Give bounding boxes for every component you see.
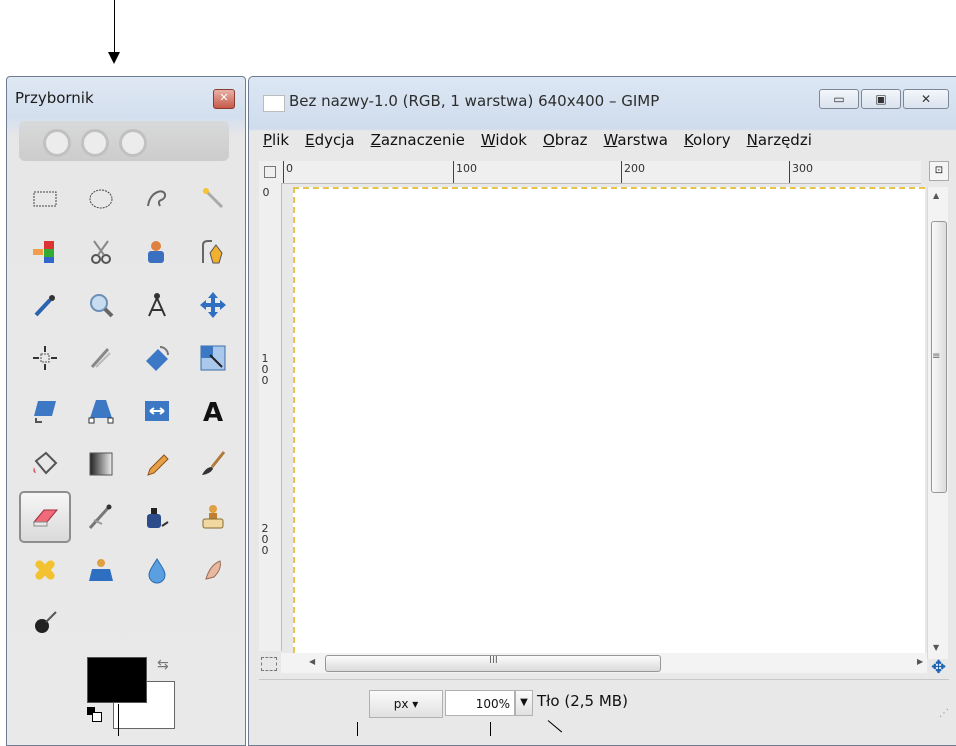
menu-widok[interactable]: Widok — [481, 131, 527, 155]
menu-kolory[interactable]: Kolory — [684, 131, 731, 155]
color-select-icon[interactable] — [19, 226, 71, 278]
menubar: Plik Edycja Zaznaczenie Widok Obraz Wars… — [263, 131, 828, 155]
image-window: Bez nazwy-1.0 (RGB, 1 warstwa) 640x400 –… — [248, 76, 956, 746]
menu-edycja[interactable]: Edycja — [305, 131, 355, 155]
horizontal-scrollbar[interactable]: ◀ III ▶ — [281, 653, 927, 673]
smudge-icon[interactable] — [187, 544, 239, 596]
ruler-top-label: 0 — [286, 162, 293, 175]
zoom-dropdown-icon[interactable]: ▼ — [515, 690, 533, 716]
shear-icon[interactable] — [19, 385, 71, 437]
ruler-left-label: 0 — [262, 186, 270, 199]
navigate-icon[interactable]: ✥ — [931, 657, 946, 678]
zoom-to-fit-icon[interactable]: ⊡ — [929, 161, 949, 181]
ellipse-select-icon[interactable] — [75, 173, 127, 225]
fuzzy-select-icon[interactable] — [187, 173, 239, 225]
toolbox-close-button[interactable]: ✕ — [213, 89, 235, 109]
perspective-icon[interactable] — [75, 385, 127, 437]
callout-line-bottom-2 — [357, 722, 358, 736]
callout-line-bottom-1 — [118, 704, 119, 736]
menu-zaznaczenie[interactable]: Zaznaczenie — [371, 131, 465, 155]
move-icon[interactable] — [187, 279, 239, 331]
color-picker-icon[interactable] — [19, 279, 71, 331]
resize-grip-icon[interactable]: ⋰ — [939, 708, 949, 719]
toolbox-title: Przybornik — [15, 89, 94, 107]
text-icon[interactable]: A — [187, 385, 239, 437]
heal-icon[interactable] — [19, 544, 71, 596]
toolbox-window: Przybornik ✕ A ⇆ — [6, 76, 246, 746]
clone-icon[interactable] — [187, 491, 239, 543]
perspective-clone-icon[interactable] — [75, 544, 127, 596]
scale-icon[interactable] — [187, 332, 239, 384]
minimize-button[interactable]: ▭ — [819, 89, 859, 109]
layer-info: Tło (2,5 MB) — [537, 692, 628, 710]
menu-narzedzia[interactable]: Narzędzi — [747, 131, 812, 155]
reset-colors-icon[interactable] — [87, 707, 103, 722]
ruler-top-label: 100 — [456, 162, 477, 175]
vscroll-grip: ≡ — [932, 351, 941, 362]
ruler-left-label: 200 — [261, 522, 269, 557]
align-icon[interactable] — [19, 332, 71, 384]
hscroll-grip: III — [489, 655, 498, 666]
foreground-select-icon[interactable] — [131, 226, 183, 278]
window-icon — [263, 95, 285, 112]
vertical-scrollbar[interactable]: ▲ ≡ ▼ — [927, 187, 948, 659]
gimp-logo — [19, 121, 229, 161]
foreground-color-swatch[interactable] — [87, 657, 147, 703]
zoom-icon[interactable] — [75, 279, 127, 331]
pencil-icon[interactable] — [131, 438, 183, 490]
window-title: Bez nazwy-1.0 (RGB, 1 warstwa) 640x400 –… — [289, 92, 660, 110]
ruler-corner[interactable] — [259, 161, 281, 183]
image-canvas[interactable] — [293, 187, 925, 653]
unit-select[interactable]: px ▾ — [369, 690, 443, 718]
paintbrush-icon[interactable] — [187, 438, 239, 490]
eraser-icon[interactable] — [19, 491, 71, 543]
bucket-fill-icon[interactable] — [19, 438, 71, 490]
ruler-top-label: 200 — [624, 162, 645, 175]
ruler-left[interactable]: 0 100 200 — [259, 183, 282, 651]
zoom-field[interactable]: 100% — [445, 690, 515, 716]
maximize-button[interactable]: ▣ — [861, 89, 901, 109]
flip-icon[interactable] — [131, 385, 183, 437]
quick-mask-icon[interactable] — [261, 657, 277, 671]
close-button[interactable]: ✕ — [903, 89, 949, 109]
dodge-burn-icon[interactable] — [19, 597, 71, 649]
blend-icon[interactable] — [75, 438, 127, 490]
measure-icon[interactable] — [131, 279, 183, 331]
ruler-top[interactable]: 0 100 200 300 — [281, 161, 921, 184]
ink-icon[interactable] — [131, 491, 183, 543]
rotate-icon[interactable] — [131, 332, 183, 384]
menu-plik[interactable]: Plik — [263, 131, 289, 155]
blur-sharpen-icon[interactable] — [131, 544, 183, 596]
menu-warstwa[interactable]: Warstwa — [604, 131, 668, 155]
paths-icon[interactable] — [187, 226, 239, 278]
callout-arrow-head — [108, 52, 120, 64]
callout-line-top — [114, 0, 115, 54]
svg-text:A: A — [203, 398, 223, 426]
rect-select-icon[interactable] — [19, 173, 71, 225]
scissors-select-icon[interactable] — [75, 226, 127, 278]
tool-grid: A — [19, 173, 239, 649]
crop-icon[interactable] — [75, 332, 127, 384]
airbrush-icon[interactable] — [75, 491, 127, 543]
callout-line-bottom-3 — [490, 722, 491, 736]
statusbar: px ▾ 100% ▼ Tło (2,5 MB) ⋰ — [259, 679, 949, 724]
swap-colors-icon[interactable]: ⇆ — [157, 657, 169, 673]
ruler-left-label: 100 — [261, 352, 269, 387]
ruler-top-label: 300 — [792, 162, 813, 175]
free-select-icon[interactable] — [131, 173, 183, 225]
menu-obraz[interactable]: Obraz — [543, 131, 588, 155]
